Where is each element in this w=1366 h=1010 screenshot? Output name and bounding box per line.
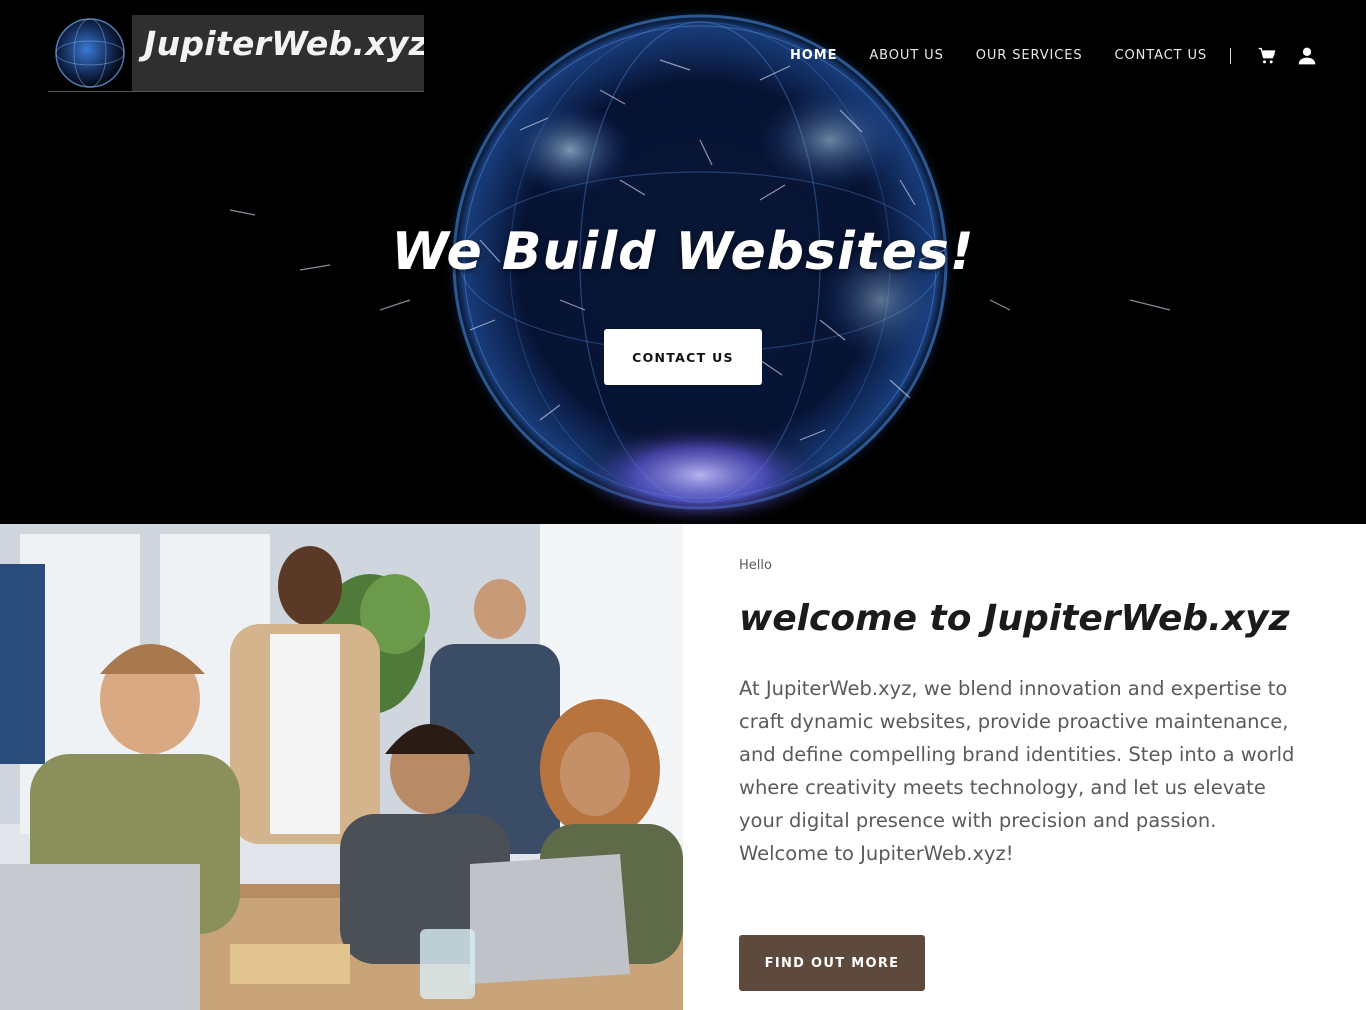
site-logo[interactable]: JupiterWeb.xyz bbox=[48, 15, 424, 92]
logo-text: JupiterWeb.xyz bbox=[144, 23, 424, 63]
nav-item-home[interactable]: HOME bbox=[790, 46, 837, 66]
nav-item-our-services[interactable]: OUR SERVICES bbox=[976, 46, 1083, 66]
nav-divider bbox=[1230, 48, 1232, 64]
account-icon[interactable] bbox=[1297, 46, 1317, 66]
main-nav: HOME ABOUT US OUR SERVICES CONTACT US bbox=[790, 46, 1337, 66]
nav-item-contact-us[interactable]: CONTACT US bbox=[1115, 46, 1208, 66]
cart-icon[interactable] bbox=[1257, 46, 1277, 66]
contact-us-button[interactable]: CONTACT US bbox=[604, 329, 762, 385]
team-photo-illustration bbox=[0, 524, 683, 1010]
nav-item-about-us[interactable]: ABOUT US bbox=[869, 46, 943, 66]
hero-section: JupiterWeb.xyz HOME ABOUT US OUR SERVICE… bbox=[0, 0, 1366, 524]
team-photo bbox=[0, 524, 683, 1010]
find-out-more-button[interactable]: FIND OUT MORE bbox=[739, 935, 925, 991]
welcome-heading: welcome to JupiterWeb.xyz bbox=[739, 598, 1290, 639]
hero-title: We Build Websites! bbox=[391, 222, 975, 282]
welcome-eyebrow: Hello bbox=[739, 558, 772, 573]
logo-globe-icon bbox=[48, 15, 132, 91]
welcome-body: At JupiterWeb.xyz, we blend innovation a… bbox=[739, 677, 1295, 865]
